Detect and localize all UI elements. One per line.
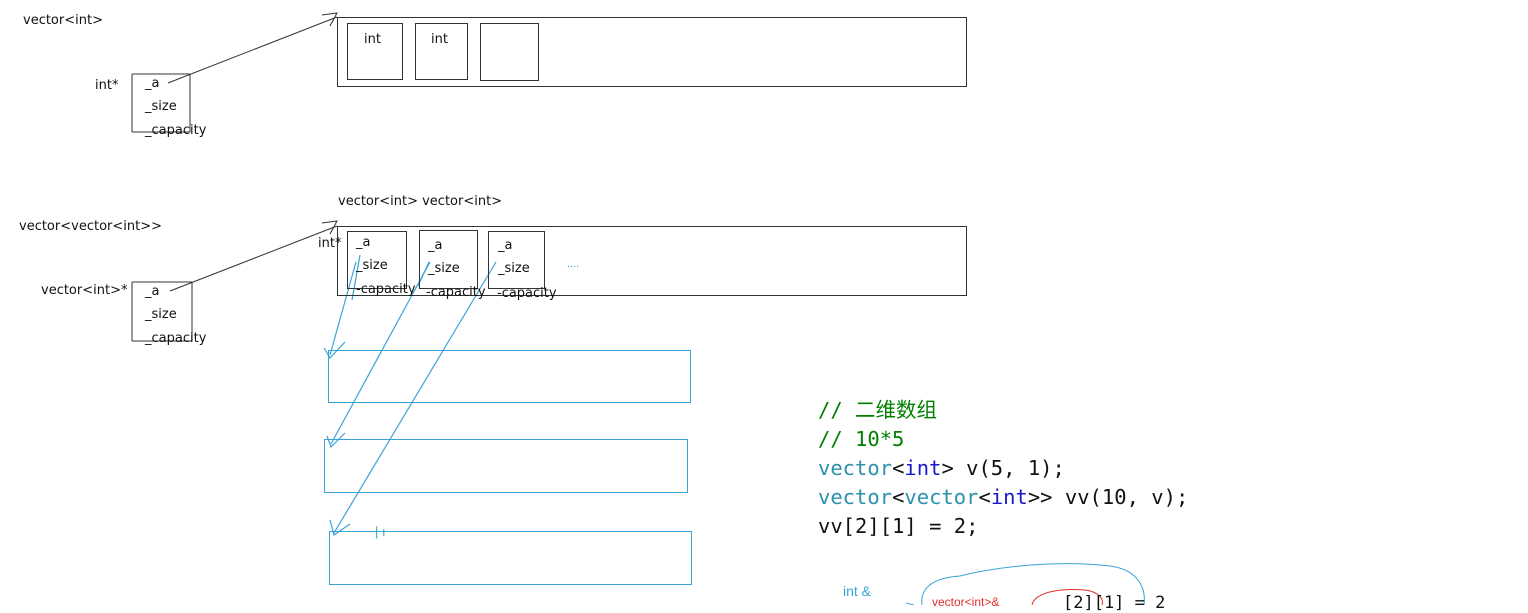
inner0-field-a: _a <box>356 235 371 250</box>
code-comment-1: // 二维数组 <box>818 398 938 422</box>
vector-vector-title: vector<vector<int>> <box>19 219 162 234</box>
int-ptr-type-label: int* <box>95 78 119 93</box>
int-cell-0-label: int <box>364 32 381 47</box>
int-cell-1-label: int <box>431 32 448 47</box>
vector-int-title: vector<int> <box>23 13 103 28</box>
code-line4-rest: >> vv(10, v); <box>1027 485 1189 509</box>
field-capacity: _capacity <box>145 123 207 138</box>
code-line4-keyword: int <box>990 485 1028 509</box>
inner1-field-a: _a <box>428 238 443 253</box>
field-size: _size <box>145 99 177 114</box>
int-cell-2 <box>480 23 539 81</box>
ref-type-annotation: int & <box>843 583 872 599</box>
code-line3-keyword: int <box>904 456 942 480</box>
inner0-field-size: _size <box>356 258 388 273</box>
outer-field-size: _size <box>145 307 177 322</box>
inner1-field-capacity: -capacity <box>426 285 486 300</box>
inner2-field-a: _a <box>498 238 513 253</box>
code-snippet: // 二维数组 // 10*5 vector<int> v(5, 1); vec… <box>818 398 1189 538</box>
outer-field-a: _a <box>145 284 160 299</box>
inner-ref-annotation: vector<int>& <box>932 595 1000 609</box>
inner-vectors-caption: vector<int> vector<int> <box>338 194 503 209</box>
code-line3-type: vector <box>818 456 893 480</box>
code-line5: vv[2][1] = 2; <box>818 514 979 538</box>
outer-field-capacity: _capacity <box>145 331 207 346</box>
row-block-0 <box>328 350 691 403</box>
inner0-field-capacity: -capacity <box>356 282 416 297</box>
vector-int-pointer-arrow <box>167 12 338 84</box>
diagram-canvas <box>131 12 1145 605</box>
inner1-field-size: _size <box>428 261 460 276</box>
code-line4-type2: vector <box>904 485 979 509</box>
vector-vector-pointer-arrow <box>169 220 338 292</box>
code-comment-2: // 10*5 <box>818 427 905 451</box>
row-block-1 <box>324 439 688 493</box>
inner-int-ptr-label: int* <box>318 236 342 251</box>
code-line4-type1: vector <box>818 485 893 509</box>
row-marks: | ı <box>375 524 386 539</box>
int-cell-0: int <box>347 23 403 80</box>
inner2-field-size: _size <box>498 261 530 276</box>
code-line3-rest: > v(5, 1); <box>941 456 1065 480</box>
field-a: _a <box>145 76 160 91</box>
ellipsis-mark: .... <box>567 258 580 270</box>
int-cell-1: int <box>415 23 468 80</box>
inner2-field-capacity: -capacity <box>497 286 557 301</box>
row-block-2: | ı <box>329 524 692 585</box>
inner-vector-2 <box>488 231 545 289</box>
partial-expression: [2][1] = 2 <box>1063 593 1166 613</box>
vector-ptr-type-label: vector<int>* <box>41 283 128 298</box>
